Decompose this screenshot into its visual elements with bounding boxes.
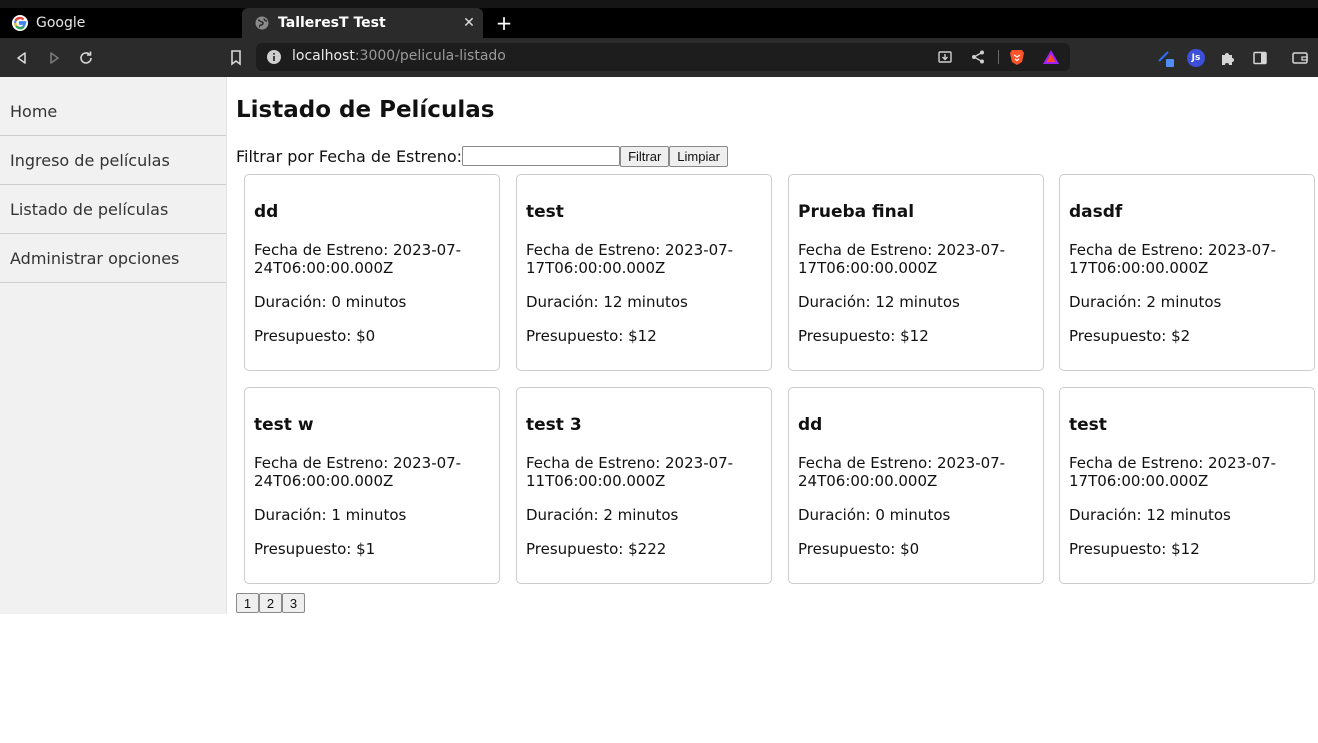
url-host: localhost (292, 48, 355, 64)
movie-card: test Fecha de Estreno: 2023-07-17T06:00:… (516, 174, 772, 371)
sidebar-item-label: Ingreso de películas (10, 150, 170, 170)
budget: Presupuesto: $1 (254, 540, 376, 558)
budget: Presupuesto: $0 (254, 327, 376, 345)
js-extension-label: Js (1187, 49, 1205, 67)
sidebar-item-label: Administrar opciones (10, 248, 180, 268)
triangle-rewards-icon[interactable] (1042, 48, 1060, 66)
budget: Presupuesto: $12 (798, 327, 929, 345)
release-date: Fecha de Estreno: 2023-07-17T06:00:00.00… (1069, 241, 1277, 277)
tab-title: Google (36, 15, 86, 31)
page-button-3[interactable]: 3 (282, 593, 305, 613)
movie-title: test (1069, 415, 1107, 435)
filter-label: Filtrar por Fecha de Estreno: (236, 146, 463, 166)
movie-title: Prueba final (798, 202, 915, 222)
url-separator (998, 50, 999, 64)
google-g-icon (12, 15, 28, 31)
url-path: :3000/pelicula-listado (354, 48, 506, 64)
sidebar-toggle-icon[interactable] (1249, 47, 1271, 69)
reload-icon[interactable] (75, 47, 97, 69)
clear-button[interactable]: Limpiar (669, 145, 728, 167)
movie-card: test Fecha de Estreno: 2023-07-17T06:00:… (1059, 387, 1315, 584)
movie-card: dd Fecha de Estreno: 2023-07-24T06:00:00… (244, 174, 500, 371)
sidebar-item-label: Listado de películas (10, 199, 169, 219)
movie-card: test w Fecha de Estreno: 2023-07-24T06:0… (244, 387, 500, 584)
release-date: Fecha de Estreno: 2023-07-11T06:00:00.00… (526, 454, 734, 490)
share-icon[interactable] (969, 48, 987, 66)
duration: Duración: 0 minutos (254, 293, 407, 311)
movie-title: dasdf (1069, 202, 1123, 222)
release-date: Fecha de Estreno: 2023-07-24T06:00:00.00… (798, 454, 1006, 490)
budget: Presupuesto: $0 (798, 540, 920, 558)
budget: Presupuesto: $2 (1069, 327, 1191, 345)
puzzle-icon[interactable] (1217, 47, 1239, 69)
new-tab-plus-icon[interactable]: + (494, 11, 514, 35)
page-button-1[interactable]: 1 (236, 593, 259, 613)
movie-card: Prueba final Fecha de Estreno: 2023-07-1… (788, 174, 1044, 371)
movie-title: test 3 (526, 415, 582, 435)
duration: Duración: 12 minutos (526, 293, 688, 311)
tab-google[interactable]: Google (0, 8, 240, 38)
extension-translate-icon[interactable] (1155, 47, 1177, 69)
release-date: Fecha de Estreno: 2023-07-24T06:00:00.00… (254, 241, 462, 277)
sidebar-item-ingreso[interactable]: Ingreso de películas (0, 136, 226, 185)
release-date: Fecha de Estreno: 2023-07-24T06:00:00.00… (254, 454, 462, 490)
brave-lion-icon[interactable] (1008, 48, 1026, 66)
movie-title: test w (254, 415, 314, 435)
browser-tab-bar: Google TalleresT Test ✕ + (0, 8, 1318, 38)
sidebar-item-home[interactable]: Home (0, 87, 226, 136)
js-extension-icon[interactable]: Js (1185, 47, 1207, 69)
release-date-filter-input[interactable] (462, 146, 621, 166)
duration: Duración: 2 minutos (1069, 293, 1222, 311)
pagination: 1 2 3 (236, 593, 305, 613)
close-tab-icon[interactable]: ✕ (461, 15, 477, 31)
bookmark-icon[interactable] (225, 47, 247, 69)
budget: Presupuesto: $12 (526, 327, 657, 345)
os-top-strip (0, 0, 1318, 8)
release-date: Fecha de Estreno: 2023-07-17T06:00:00.00… (526, 241, 734, 277)
movie-card: test 3 Fecha de Estreno: 2023-07-11T06:0… (516, 387, 772, 584)
duration: Duración: 12 minutos (1069, 506, 1231, 524)
movie-title: dd (254, 202, 279, 222)
movie-title: test (526, 202, 564, 222)
globe-icon (254, 15, 270, 31)
address-bar[interactable]: localhost:3000/pelicula-listado (256, 43, 1070, 71)
tab-tallerest-test[interactable]: TalleresT Test ✕ (242, 8, 483, 38)
sidebar-item-administrar[interactable]: Administrar opciones (0, 234, 226, 283)
budget: Presupuesto: $222 (526, 540, 667, 558)
duration: Duración: 1 minutos (254, 506, 407, 524)
main-content: Listado de Películas Filtrar por Fecha d… (227, 77, 1318, 743)
duration: Duración: 2 minutos (526, 506, 679, 524)
back-arrow-icon[interactable] (11, 47, 33, 69)
install-icon[interactable] (936, 48, 954, 66)
movie-title: dd (798, 415, 823, 435)
filter-button[interactable]: Filtrar (620, 145, 670, 167)
wallet-icon[interactable] (1289, 47, 1311, 69)
tab-title: TalleresT Test (278, 15, 386, 31)
sidebar-nav: Home Ingreso de películas Listado de pel… (0, 77, 227, 614)
release-date: Fecha de Estreno: 2023-07-17T06:00:00.00… (798, 241, 1006, 277)
browser-toolbar: localhost:3000/pelicula-listado Js (0, 38, 1318, 77)
info-icon[interactable] (266, 49, 282, 65)
sidebar-item-listado[interactable]: Listado de películas (0, 185, 226, 234)
forward-arrow-icon[interactable] (43, 47, 65, 69)
page-button-2[interactable]: 2 (259, 593, 282, 613)
duration: Duración: 0 minutos (798, 506, 951, 524)
url-text[interactable]: localhost:3000/pelicula-listado (292, 48, 506, 64)
sidebar-item-label: Home (10, 101, 58, 121)
movie-card: dasdf Fecha de Estreno: 2023-07-17T06:00… (1059, 174, 1315, 371)
release-date: Fecha de Estreno: 2023-07-17T06:00:00.00… (1069, 454, 1277, 490)
page-title: Listado de Películas (236, 97, 495, 123)
movie-card: dd Fecha de Estreno: 2023-07-24T06:00:00… (788, 387, 1044, 584)
budget: Presupuesto: $12 (1069, 540, 1200, 558)
duration: Duración: 12 minutos (798, 293, 960, 311)
filter-row: Filtrar por Fecha de Estreno: Filtrar Li… (236, 145, 728, 167)
